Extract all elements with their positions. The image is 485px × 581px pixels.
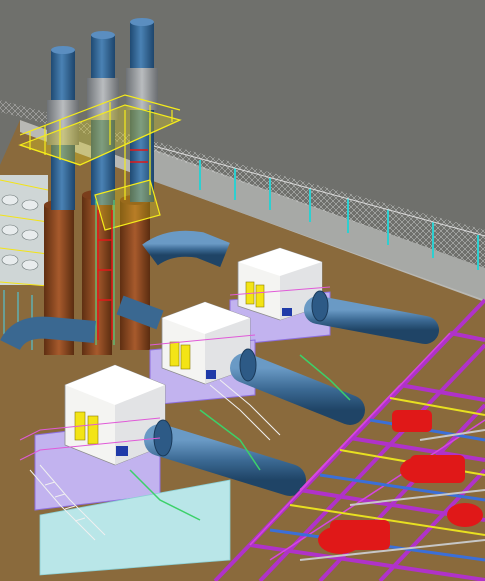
3d-plant-viewport[interactable] <box>0 0 485 581</box>
